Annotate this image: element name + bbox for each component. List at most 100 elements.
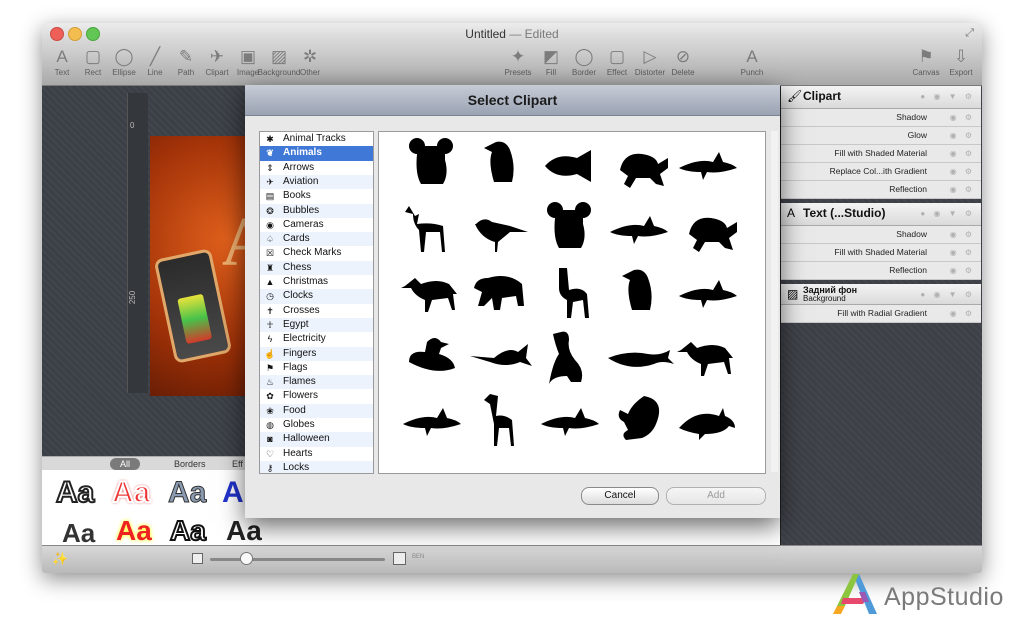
effect-row[interactable]: Reflection ◉ ⚙: [781, 262, 981, 280]
duck-icon[interactable]: [409, 338, 455, 371]
bear-icon[interactable]: [474, 276, 524, 310]
squirrel-icon[interactable]: [618, 396, 660, 440]
category-item[interactable]: ✝ Crosses: [260, 304, 373, 318]
category-item[interactable]: ♜ Chess: [260, 260, 373, 275]
category-item[interactable]: ♤ Cards: [260, 232, 373, 247]
effect-preset[interactable]: Aa: [111, 475, 151, 510]
effect-row[interactable]: Glow ◉ ⚙: [781, 127, 981, 145]
category-item[interactable]: ❀ Food: [260, 403, 373, 418]
category-icon: ♡: [265, 448, 275, 459]
category-item[interactable]: ✿ Flowers: [260, 389, 373, 403]
category-item[interactable]: ✈ Aviation: [260, 174, 373, 190]
marlin-icon[interactable]: [470, 344, 532, 366]
add-button[interactable]: Add: [666, 487, 766, 505]
effect-preset[interactable]: Aa: [167, 476, 206, 510]
whale-icon[interactable]: [608, 350, 674, 367]
fish-icon[interactable]: [545, 150, 591, 182]
layer-visibility-controls[interactable]: ● ◉ ▼ ⚙: [920, 92, 975, 101]
category-item[interactable]: ❂ Bubbles: [260, 203, 373, 218]
giraffe-icon[interactable]: [484, 394, 514, 446]
toolbar-other-button[interactable]: ✲ Other: [288, 47, 332, 77]
effect-preset[interactable]: Aa: [116, 515, 152, 545]
effect-row[interactable]: Fill with Shaded Material ◉ ⚙: [781, 145, 981, 163]
layer-header[interactable]: A Text (...Studio) ● ◉ ▼ ⚙: [781, 203, 981, 226]
category-item[interactable]: ☝ Fingers: [260, 346, 373, 361]
category-item[interactable]: ✱ Animal Tracks: [260, 132, 373, 146]
shark-icon[interactable]: [610, 216, 668, 244]
wolf-icon[interactable]: [401, 278, 457, 312]
effect-row[interactable]: Fill with Shaded Material ◉ ⚙: [781, 244, 981, 262]
effect-preset[interactable]: Aa: [62, 518, 95, 545]
effect-preset[interactable]: Aa: [55, 475, 95, 510]
zoom-slider-track[interactable]: [210, 558, 385, 561]
effect-preset[interactable]: A: [222, 476, 244, 510]
coyote-icon[interactable]: [677, 342, 733, 376]
magic-wand-icon[interactable]: ✨: [52, 551, 68, 567]
llama-icon[interactable]: [559, 268, 589, 318]
category-item[interactable]: ▲ Christmas: [260, 275, 373, 289]
effects-tab-borders[interactable]: Borders: [164, 458, 216, 470]
category-item[interactable]: ▤ Books: [260, 189, 373, 203]
dolphin-icon[interactable]: [679, 408, 735, 440]
effect-row[interactable]: Shadow ◉ ⚙: [781, 109, 981, 127]
category-icon: ♤: [265, 234, 275, 245]
effects-tab-all[interactable]: All: [110, 458, 141, 470]
tortoise-icon[interactable]: [689, 217, 737, 252]
koala-icon[interactable]: [409, 138, 453, 184]
category-list[interactable]: ✱ Animal Tracks ❦ Animals ⇕ Arrows ✈ Aviation ▤ B…: [259, 131, 374, 474]
cancel-button[interactable]: Cancel: [581, 487, 659, 505]
toolbar-delete-button[interactable]: ⊘ Delete: [661, 47, 705, 77]
effect-row[interactable]: Reflection ◉ ⚙: [781, 181, 981, 199]
toolbar-punch-button[interactable]: A Punch: [730, 47, 774, 77]
effect-row-controls[interactable]: ◉ ⚙: [950, 185, 975, 194]
effect-row-controls[interactable]: ◉ ⚙: [950, 149, 975, 158]
effect-row[interactable]: Fill with Radial Gradient ◉ ⚙: [781, 305, 981, 323]
hammerhead-icon[interactable]: [679, 280, 737, 308]
category-item[interactable]: ❦ Animals: [260, 146, 373, 161]
effect-row-controls[interactable]: ◉ ⚙: [950, 248, 975, 257]
effect-row-controls[interactable]: ◉ ⚙: [950, 230, 975, 239]
category-item[interactable]: ϟ Electricity: [260, 332, 373, 346]
penguin-icon[interactable]: [484, 141, 514, 182]
category-item[interactable]: ☒ Check Marks: [260, 246, 373, 260]
effect-row-controls[interactable]: ◉ ⚙: [950, 113, 975, 122]
phone-keypad: [177, 293, 213, 345]
toolbar-delete-label: Delete: [671, 68, 695, 77]
category-item[interactable]: ◉ Cameras: [260, 218, 373, 232]
fullscreen-icon[interactable]: ⤢: [965, 27, 974, 40]
clipart-grid[interactable]: [378, 131, 766, 474]
effect-row-controls[interactable]: ◉ ⚙: [950, 167, 975, 176]
koala-sitting-icon[interactable]: [547, 202, 591, 248]
effect-row[interactable]: Shadow ◉ ⚙: [781, 226, 981, 244]
goose-icon[interactable]: [549, 331, 583, 384]
shark-icon[interactable]: [403, 408, 461, 436]
effect-row-controls[interactable]: ◉ ⚙: [950, 309, 975, 318]
category-item[interactable]: ◙ Halloween: [260, 432, 373, 447]
category-item[interactable]: ⚑ Flags: [260, 361, 373, 375]
effect-preset[interactable]: Aa: [169, 514, 207, 545]
zoom-slider-thumb[interactable]: [240, 552, 253, 565]
penguin-icon[interactable]: [622, 269, 652, 310]
category-item[interactable]: ⇕ Arrows: [260, 161, 373, 175]
layer-visibility-controls[interactable]: ● ◉ ▼ ⚙: [920, 290, 975, 299]
category-item[interactable]: ♡ Hearts: [260, 447, 373, 461]
toolbar-export-button[interactable]: ⇩ Export: [939, 47, 982, 77]
gazelle-icon[interactable]: [405, 206, 445, 252]
turtle-icon[interactable]: [620, 153, 668, 188]
effect-preset[interactable]: Aa: [226, 515, 262, 545]
category-item[interactable]: ◷ Clocks: [260, 289, 373, 304]
bird-icon[interactable]: [475, 219, 528, 252]
effect-row-controls[interactable]: ◉ ⚙: [950, 266, 975, 275]
grid-scrollbar[interactable]: [771, 131, 778, 472]
shark-icon[interactable]: [679, 152, 737, 180]
category-item[interactable]: ◍ Globes: [260, 418, 373, 432]
category-item[interactable]: ♨ Flames: [260, 375, 373, 390]
layer-visibility-controls[interactable]: ● ◉ ▼ ⚙: [920, 209, 975, 218]
layer-header[interactable]: 🖌 Clipart ● ◉ ▼ ⚙: [781, 86, 981, 109]
category-item[interactable]: ☥ Egypt: [260, 317, 373, 333]
shark-icon[interactable]: [541, 408, 599, 436]
layer-header[interactable]: ▨ Задний фон Background ● ◉ ▼ ⚙: [781, 284, 981, 305]
category-item[interactable]: ⚷ Locks: [260, 460, 373, 473]
effect-row[interactable]: Replace Col...ith Gradient ◉ ⚙: [781, 163, 981, 181]
effect-row-controls[interactable]: ◉ ⚙: [950, 131, 975, 140]
